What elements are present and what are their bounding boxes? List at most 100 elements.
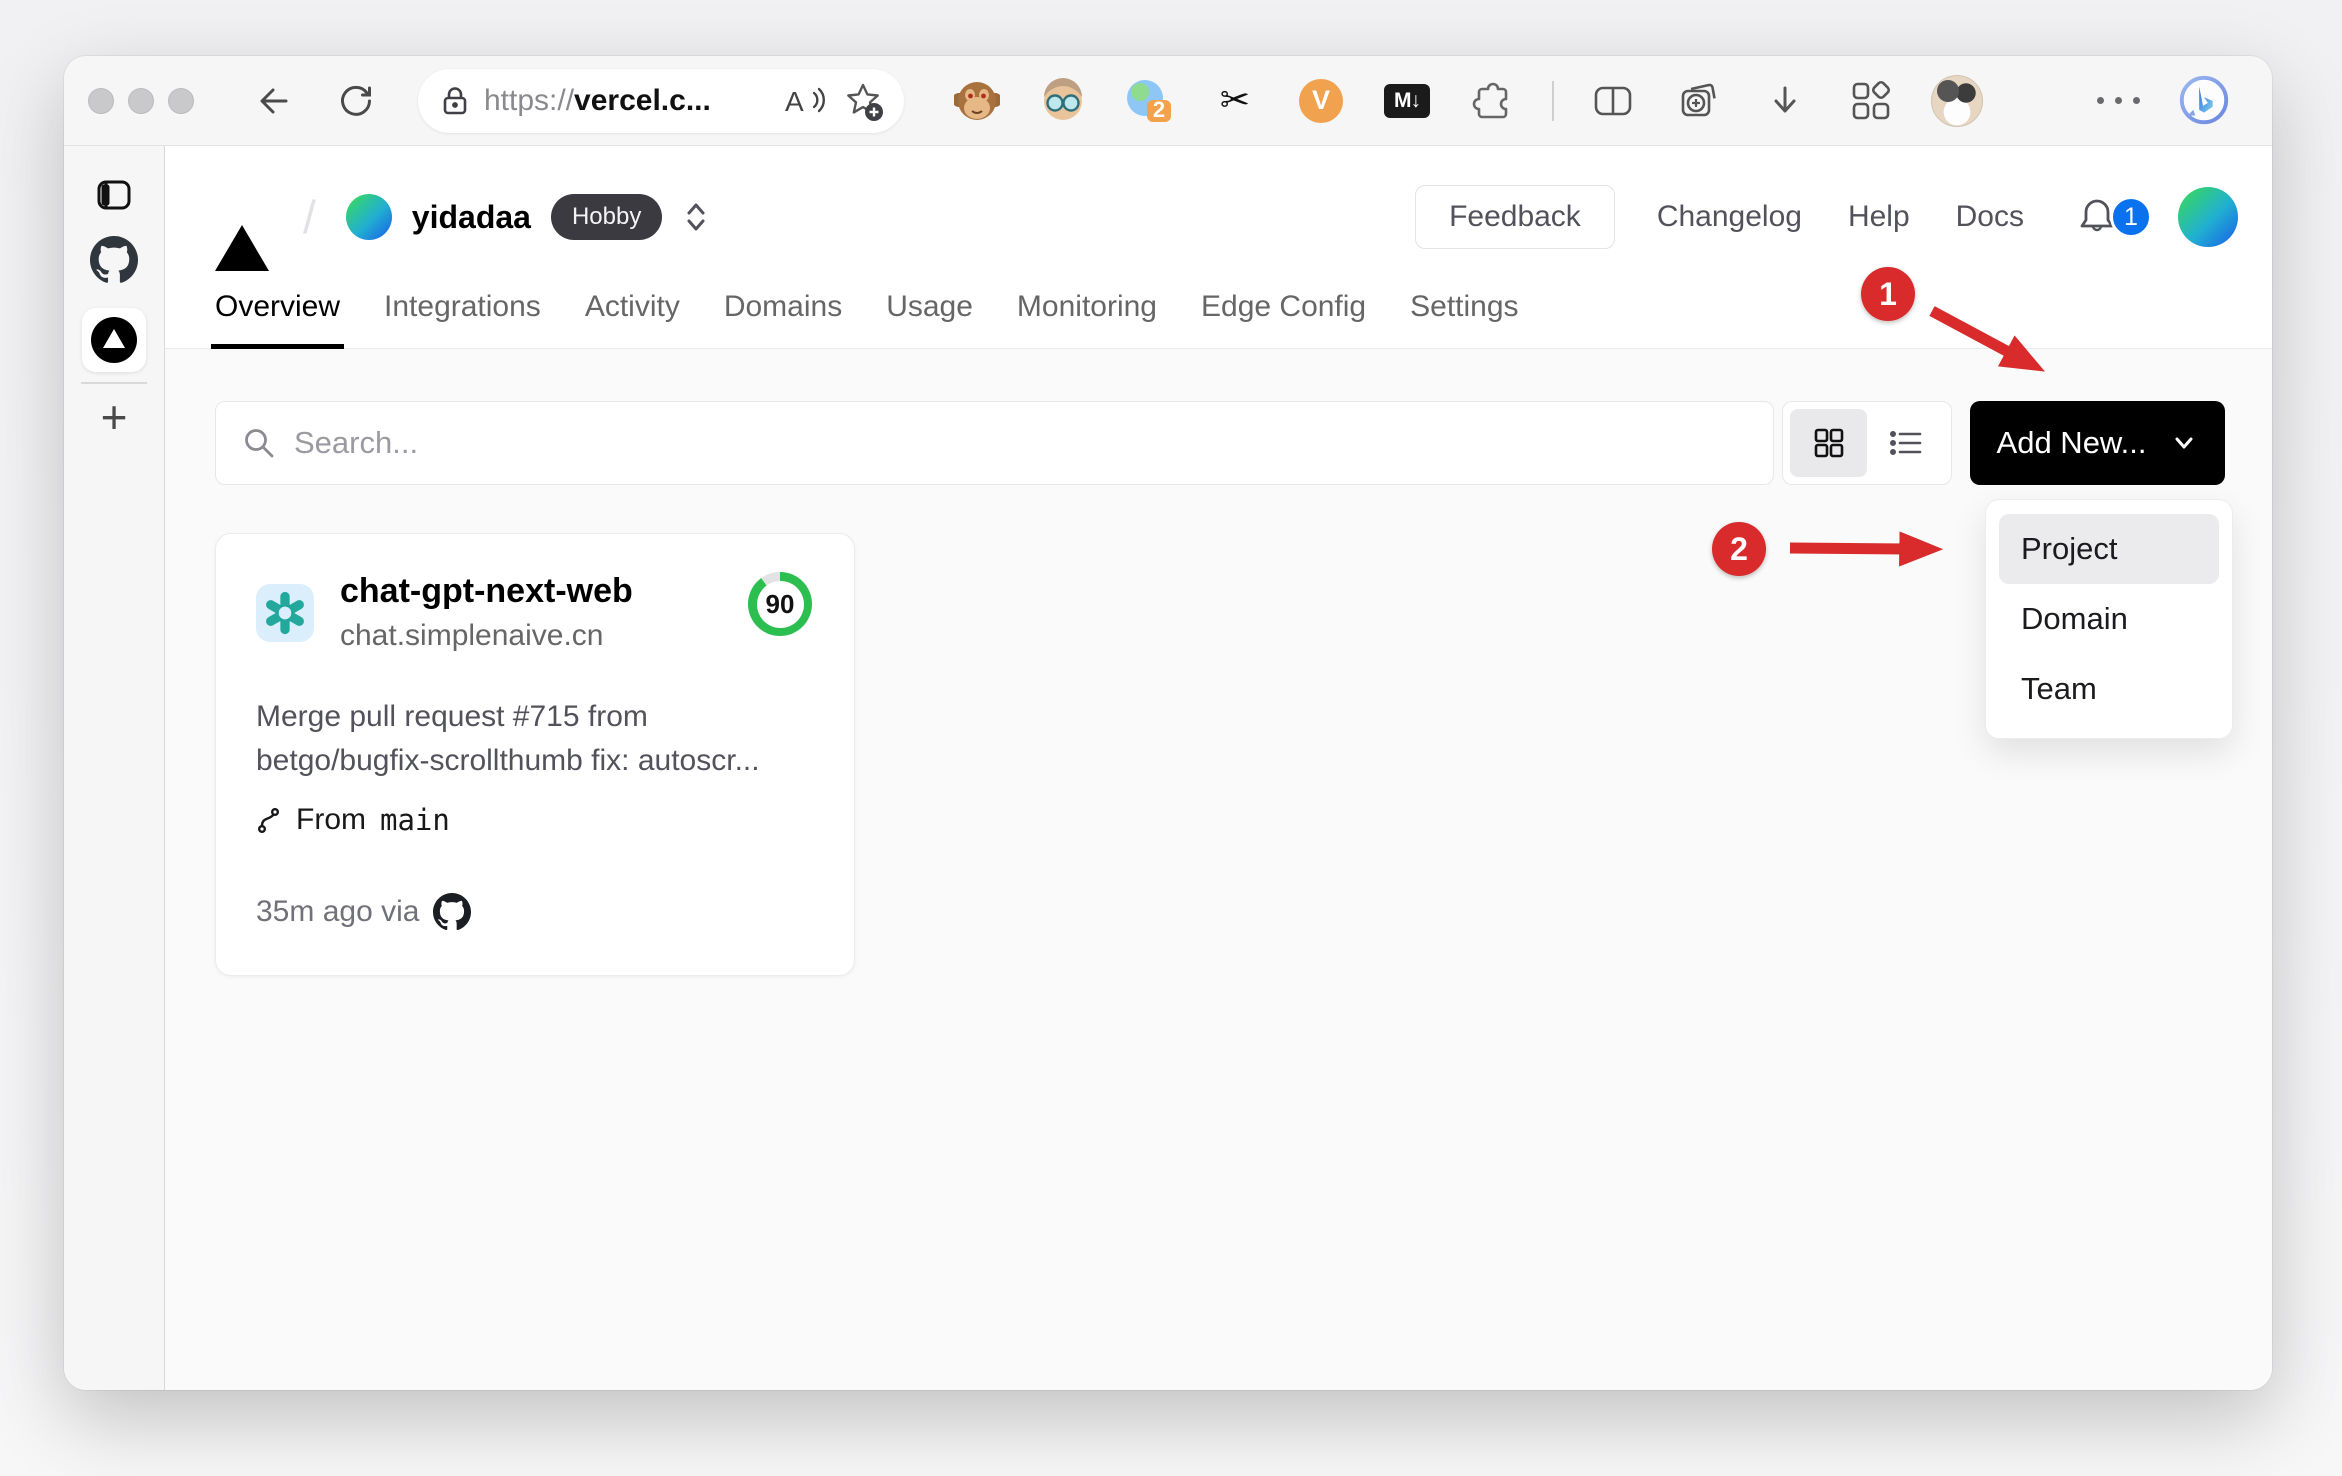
tab-edge-config[interactable]: Edge Config: [1201, 290, 1366, 348]
team-switcher-button[interactable]: [682, 199, 710, 235]
project-card[interactable]: chat-gpt-next-web chat.simplenaive.cn 90…: [215, 533, 855, 976]
add-new-label: Add New...: [1996, 425, 2147, 460]
extension-markdown-icon[interactable]: M↓: [1379, 73, 1435, 129]
vercel-logo[interactable]: [215, 208, 269, 271]
branch-name[interactable]: main: [380, 803, 450, 837]
user-avatar[interactable]: [2178, 187, 2238, 247]
cat-avatar-image: [1931, 74, 1983, 127]
ellipsis-icon: [2096, 97, 2140, 104]
vercel-content: Add New...: [165, 349, 2272, 1390]
address-bar[interactable]: https://vercel.c... A: [418, 68, 904, 133]
face-glasses-glyph-icon: [1044, 77, 1082, 120]
annotation-step-2: 2: [1712, 522, 1766, 576]
github-icon: [433, 893, 472, 931]
tab-monitoring[interactable]: Monitoring: [1017, 290, 1157, 348]
tab-integrations[interactable]: Integrations: [384, 290, 541, 348]
nav-link-docs[interactable]: Docs: [1956, 200, 2024, 234]
plan-badge: Hobby: [550, 194, 663, 240]
downloads-button[interactable]: [1757, 73, 1813, 129]
puzzle-glyph-icon: [1472, 82, 1508, 118]
bing-chat-button[interactable]: [2176, 73, 2232, 129]
collections-icon: [1681, 83, 1716, 116]
tab-activity[interactable]: Activity: [585, 290, 680, 348]
browser-toolbar: https://vercel.c... A 2 ✂ V M↓: [64, 56, 2272, 146]
sidebar-panel-icon: [97, 180, 131, 210]
grid-view-button[interactable]: [1790, 409, 1867, 477]
dropdown-item-team[interactable]: Team: [1999, 654, 2219, 724]
search-input[interactable]: [294, 425, 1747, 461]
openai-logo-icon: [266, 591, 304, 634]
lock-icon: [443, 86, 467, 114]
extensions-puzzle-icon[interactable]: [1465, 73, 1521, 129]
project-domain[interactable]: chat.simplenaive.cn: [340, 619, 633, 653]
more-menu-button[interactable]: [2090, 73, 2146, 129]
tab-overview[interactable]: Overview: [210, 290, 345, 349]
annotation-step-1: 1: [1861, 267, 1915, 321]
collections-button[interactable]: [1671, 73, 1727, 129]
nav-link-help[interactable]: Help: [1848, 200, 1910, 234]
extension-persona-icon[interactable]: [1035, 73, 1091, 129]
nav-link-changelog[interactable]: Changelog: [1657, 200, 1802, 234]
view-toggle: [1782, 401, 1952, 485]
commit-message[interactable]: Merge pull request #715 from betgo/bugfi…: [256, 695, 812, 783]
sidebar-divider: [81, 382, 147, 384]
read-aloud-icon[interactable]: A: [784, 84, 826, 118]
add-new-button[interactable]: Add New...: [1970, 401, 2225, 485]
bing-icon: [2179, 75, 2229, 124]
apps-grid-icon: [1852, 80, 1891, 119]
search-icon: [245, 429, 274, 458]
apps-launcher-button[interactable]: [1843, 73, 1899, 129]
refresh-button[interactable]: [334, 79, 378, 123]
tab-github[interactable]: [90, 236, 138, 284]
notifications-button[interactable]: 1: [2076, 195, 2152, 239]
list-view-button[interactable]: [1867, 409, 1944, 477]
project-search: [215, 401, 1774, 485]
extension-scissors-icon[interactable]: ✂: [1207, 73, 1263, 129]
extension-badge-count: 2: [1153, 97, 1165, 122]
vimium-glyph: V: [1299, 78, 1343, 123]
monkey-glyph-icon: [954, 81, 1000, 120]
feedback-button[interactable]: Feedback: [1415, 185, 1615, 249]
grid-view-icon: [1814, 428, 1843, 458]
lighthouse-score-ring: 90: [748, 572, 812, 636]
dropdown-item-project[interactable]: Project: [1999, 514, 2219, 584]
browser-profile-avatar[interactable]: [1929, 73, 1985, 129]
sidebar-toggle-button[interactable]: [95, 176, 133, 214]
chevron-updown-icon: [687, 203, 705, 231]
vercel-favicon: [91, 317, 137, 363]
split-screen-button[interactable]: [1585, 73, 1641, 129]
project-name[interactable]: chat-gpt-next-web: [340, 572, 633, 611]
git-branch-icon: [258, 808, 280, 834]
back-arrow-icon: [260, 88, 288, 113]
team-name[interactable]: yidadaa: [412, 199, 531, 236]
chevron-down-icon: [2175, 437, 2193, 449]
browser-window: https://vercel.c... A 2 ✂ V M↓ + / yidad…: [64, 56, 2272, 1390]
extension-translate-icon[interactable]: 2: [1121, 73, 1177, 129]
tab-vercel-active[interactable]: [82, 308, 146, 372]
vercel-dashboard-page: / yidadaa Hobby Feedback Changelog Help …: [165, 146, 2272, 1390]
project-favicon: [256, 583, 314, 642]
deploy-time: 35m ago via: [256, 895, 420, 928]
tab-settings[interactable]: Settings: [1410, 290, 1518, 348]
refresh-icon: [341, 85, 371, 116]
extension-vimium-icon[interactable]: V: [1293, 73, 1349, 129]
new-tab-button[interactable]: +: [101, 394, 128, 440]
dropdown-item-domain[interactable]: Domain: [1999, 584, 2219, 654]
tab-domains[interactable]: Domains: [724, 290, 842, 348]
minimize-window-button[interactable]: [128, 87, 154, 114]
lighthouse-score-value: 90: [756, 580, 804, 628]
back-button[interactable]: [252, 79, 296, 123]
tab-usage[interactable]: Usage: [886, 290, 973, 348]
github-icon: [90, 236, 138, 283]
close-window-button[interactable]: [88, 87, 114, 114]
scissors-glyph: ✂: [1219, 80, 1251, 121]
zoom-window-button[interactable]: [168, 87, 194, 114]
favorite-star-icon[interactable]: [842, 80, 884, 122]
extension-monkey-icon[interactable]: [949, 73, 1005, 129]
split-screen-icon: [1594, 86, 1632, 115]
breadcrumb-slash: /: [303, 191, 316, 243]
team-avatar[interactable]: [345, 194, 392, 240]
download-icon: [1774, 86, 1796, 112]
vercel-tabbar: Overview Integrations Activity Domains U…: [165, 278, 2272, 349]
translate-glyph-icon: 2: [1127, 79, 1171, 122]
